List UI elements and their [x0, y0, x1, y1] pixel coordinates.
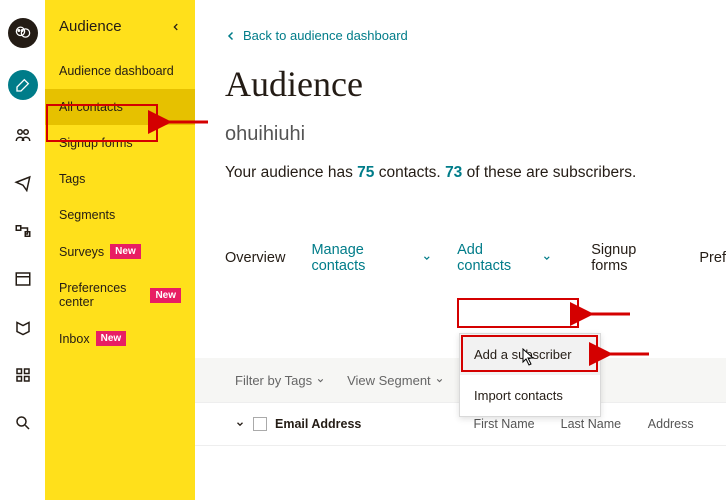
sidebar: Audience Audience dashboard All contacts…: [45, 0, 195, 500]
stats-text: Your audience has: [225, 164, 357, 181]
campaigns-icon[interactable]: [10, 170, 36, 196]
tab-preferences[interactable]: Pref: [699, 250, 726, 266]
chevron-down-icon: [422, 253, 432, 263]
stats-text: of these are subscribers.: [462, 164, 636, 181]
back-to-dashboard-link[interactable]: Back to audience dashboard: [225, 28, 408, 43]
th-label: Email Address: [275, 417, 361, 431]
view-segment[interactable]: View Segment: [347, 373, 444, 388]
chevron-down-icon: [235, 419, 245, 429]
audience-name: ohuihiuhi: [225, 123, 726, 146]
sidebar-item-label: Audience dashboard: [59, 64, 174, 78]
sidebar-header[interactable]: Audience: [45, 12, 195, 53]
mailchimp-logo-icon[interactable]: [8, 18, 38, 48]
add-contacts-dropdown: Add a subscriber Import contacts: [459, 333, 601, 417]
tab-label: Manage contacts: [311, 242, 417, 274]
dropdown-item-import-contacts[interactable]: Import contacts: [460, 375, 600, 416]
new-badge: New: [150, 288, 181, 303]
th-last-name[interactable]: Last Name: [561, 417, 648, 431]
sidebar-item-signup-forms[interactable]: Signup forms: [45, 125, 195, 161]
create-icon[interactable]: [8, 70, 38, 100]
tabs: Overview Manage contacts Add contacts Si…: [225, 242, 726, 288]
tab-overview[interactable]: Overview: [225, 250, 285, 266]
tab-label: Signup forms: [591, 242, 673, 274]
audience-icon[interactable]: [10, 122, 36, 148]
tab-label: Pref: [699, 250, 726, 266]
audience-stats: Your audience has 75 contacts. 73 of the…: [225, 164, 726, 182]
sidebar-item-label: Surveys: [59, 245, 104, 259]
stats-total-count: 75: [357, 164, 374, 181]
sidebar-item-tags[interactable]: Tags: [45, 161, 195, 197]
sidebar-item-inbox[interactable]: Inbox New: [45, 320, 195, 357]
sidebar-item-segments[interactable]: Segments: [45, 197, 195, 233]
dropdown-item-label: Import contacts: [474, 388, 563, 403]
sidebar-item-label: Signup forms: [59, 136, 133, 150]
stats-text: contacts.: [374, 164, 445, 181]
th-label: First Name: [474, 417, 535, 431]
sidebar-item-all-contacts[interactable]: All contacts: [45, 89, 195, 125]
new-badge: New: [96, 331, 127, 346]
chevron-down-icon: [542, 253, 552, 263]
sidebar-item-label: All contacts: [59, 100, 123, 114]
sidebar-item-label: Segments: [59, 208, 115, 222]
tab-label: Overview: [225, 250, 285, 266]
th-email[interactable]: Email Address: [235, 417, 474, 431]
automations-icon[interactable]: [10, 218, 36, 244]
website-icon[interactable]: [10, 266, 36, 292]
content-icon[interactable]: [10, 314, 36, 340]
integrations-icon[interactable]: [10, 362, 36, 388]
filter-label: View Segment: [347, 373, 431, 388]
sidebar-item-label: Inbox: [59, 332, 90, 346]
dropdown-item-label: Add a subscriber: [474, 347, 572, 362]
sidebar-item-surveys[interactable]: Surveys New: [45, 233, 195, 270]
chevron-down-icon: [316, 376, 325, 385]
sidebar-item-preferences-center[interactable]: Preferences center New: [45, 270, 195, 320]
sidebar-item-label: Tags: [59, 172, 85, 186]
th-address[interactable]: Address: [648, 417, 712, 431]
chevron-left-icon: [225, 30, 237, 42]
back-link-label: Back to audience dashboard: [243, 28, 408, 43]
tab-label: Add contacts: [457, 242, 537, 274]
chevron-left-icon: [171, 22, 181, 32]
chevron-down-icon: [435, 376, 444, 385]
icon-rail: [0, 0, 45, 500]
dropdown-item-add-subscriber[interactable]: Add a subscriber: [460, 334, 600, 375]
select-all-checkbox[interactable]: [253, 417, 267, 431]
tab-signup-forms[interactable]: Signup forms: [591, 242, 673, 274]
stats-subscriber-count: 73: [445, 164, 462, 181]
sidebar-item-label: Preferences center: [59, 281, 144, 309]
filter-by-tags[interactable]: Filter by Tags: [235, 373, 325, 388]
sidebar-item-dashboard[interactable]: Audience dashboard: [45, 53, 195, 89]
th-label: Last Name: [561, 417, 621, 431]
th-label: Address: [648, 417, 694, 431]
tab-add-contacts[interactable]: Add contacts: [457, 242, 551, 274]
tab-manage-contacts[interactable]: Manage contacts: [311, 242, 431, 274]
page-title: Audience: [225, 63, 726, 105]
new-badge: New: [110, 244, 141, 259]
search-icon[interactable]: [10, 410, 36, 436]
sidebar-title: Audience: [59, 18, 122, 35]
filter-label: Filter by Tags: [235, 373, 312, 388]
main-content: Back to audience dashboard Audience ohui…: [195, 0, 726, 500]
th-first-name[interactable]: First Name: [474, 417, 561, 431]
